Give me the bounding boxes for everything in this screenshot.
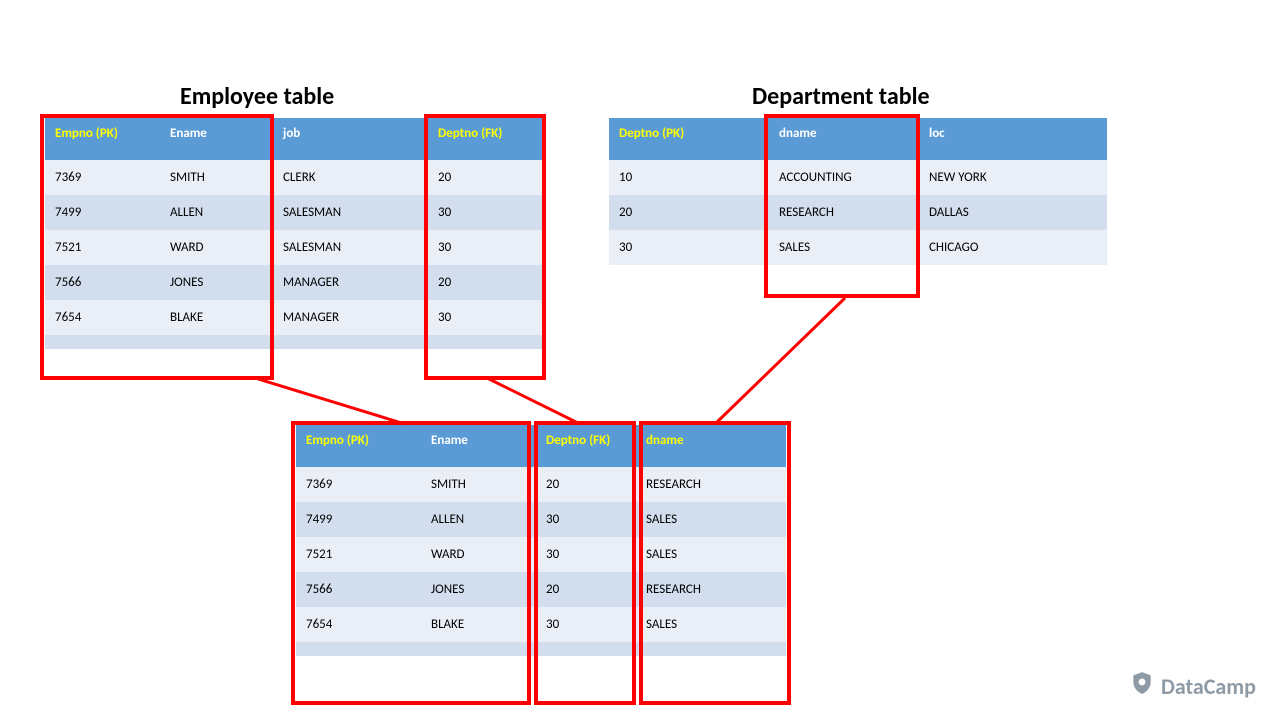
table-row: 7499ALLENSALESMAN30 xyxy=(45,195,543,230)
table-row: 20RESEARCHDALLAS xyxy=(609,195,1107,230)
cell: 20 xyxy=(536,572,636,607)
cell: 10 xyxy=(609,160,769,195)
cell: WARD xyxy=(421,537,536,572)
cell: 30 xyxy=(428,230,543,265)
employee-table: Empno (PK) Ename job Deptno (FK) 7369SMI… xyxy=(45,118,543,349)
cell: SALES xyxy=(636,607,786,642)
cell: MANAGER xyxy=(273,265,428,300)
cell: 20 xyxy=(536,467,636,502)
table-row: 7521WARDSALESMAN30 xyxy=(45,230,543,265)
department-header-dname: dname xyxy=(769,118,919,160)
cell: 30 xyxy=(536,502,636,537)
cell: 7654 xyxy=(296,607,421,642)
table-row: 7369SMITH20RESEARCH xyxy=(296,467,786,502)
table-row: 7369SMITHCLERK20 xyxy=(45,160,543,195)
cell: SALES xyxy=(636,502,786,537)
cell: DALLAS xyxy=(919,195,1107,230)
cell: JONES xyxy=(421,572,536,607)
department-table-title: Department table xyxy=(752,82,930,111)
cell: SMITH xyxy=(421,467,536,502)
cell: BLAKE xyxy=(421,607,536,642)
joined-header-dname: dname xyxy=(636,425,786,467)
cell: RESEARCH xyxy=(769,195,919,230)
cell: 7521 xyxy=(45,230,160,265)
cell: 30 xyxy=(428,195,543,230)
table-row: 30SALESCHICAGO xyxy=(609,230,1107,265)
cell: JONES xyxy=(160,265,273,300)
cell: 7654 xyxy=(45,300,160,335)
table-row: 7654BLAKEMANAGER30 xyxy=(45,300,543,335)
logo-text: DataCamp xyxy=(1161,673,1256,700)
cell: 7369 xyxy=(296,467,421,502)
cell: WARD xyxy=(160,230,273,265)
datacamp-logo: DataCamp xyxy=(1129,670,1256,702)
cell: 7499 xyxy=(296,502,421,537)
cell: SALESMAN xyxy=(273,230,428,265)
cell: 20 xyxy=(428,265,543,300)
cell: CLERK xyxy=(273,160,428,195)
cell: 7566 xyxy=(296,572,421,607)
cell: 20 xyxy=(609,195,769,230)
employee-header-job: job xyxy=(273,118,428,160)
cell: ALLEN xyxy=(421,502,536,537)
joined-table: Empno (PK) Ename Deptno (FK) dname 7369S… xyxy=(296,425,786,656)
cell: 7499 xyxy=(45,195,160,230)
table-row: 7566JONES20RESEARCH xyxy=(296,572,786,607)
employee-header-deptno: Deptno (FK) xyxy=(428,118,543,160)
cell: ALLEN xyxy=(160,195,273,230)
table-row: 7521WARD30SALES xyxy=(296,537,786,572)
cell: CHICAGO xyxy=(919,230,1107,265)
table-row xyxy=(296,642,786,656)
cell: SALES xyxy=(769,230,919,265)
table-row: 7566JONESMANAGER20 xyxy=(45,265,543,300)
cell: SALESMAN xyxy=(273,195,428,230)
cell: 7369 xyxy=(45,160,160,195)
table-row xyxy=(45,335,543,349)
cell: 7566 xyxy=(45,265,160,300)
employee-header-empno: Empno (PK) xyxy=(45,118,160,160)
cell: SALES xyxy=(636,537,786,572)
joined-header-deptno: Deptno (FK) xyxy=(536,425,636,467)
cell: RESEARCH xyxy=(636,467,786,502)
employee-table-title: Employee table xyxy=(180,82,334,111)
cell: 30 xyxy=(609,230,769,265)
cell: BLAKE xyxy=(160,300,273,335)
cell: 7521 xyxy=(296,537,421,572)
department-header-deptno: Deptno (PK) xyxy=(609,118,769,160)
joined-header-empno: Empno (PK) xyxy=(296,425,421,467)
department-header-loc: loc xyxy=(919,118,1107,160)
shield-icon xyxy=(1129,670,1155,702)
table-row: 7499ALLEN30SALES xyxy=(296,502,786,537)
cell: SMITH xyxy=(160,160,273,195)
cell: NEW YORK xyxy=(919,160,1107,195)
table-row: 7654BLAKE30SALES xyxy=(296,607,786,642)
joined-header-ename: Ename xyxy=(421,425,536,467)
table-row: 10ACCOUNTINGNEW YORK xyxy=(609,160,1107,195)
department-table: Deptno (PK) dname loc 10ACCOUNTINGNEW YO… xyxy=(609,118,1107,265)
cell: 20 xyxy=(428,160,543,195)
cell: RESEARCH xyxy=(636,572,786,607)
cell: 30 xyxy=(536,537,636,572)
cell: MANAGER xyxy=(273,300,428,335)
cell: 30 xyxy=(536,607,636,642)
employee-header-ename: Ename xyxy=(160,118,273,160)
cell: 30 xyxy=(428,300,543,335)
cell: ACCOUNTING xyxy=(769,160,919,195)
